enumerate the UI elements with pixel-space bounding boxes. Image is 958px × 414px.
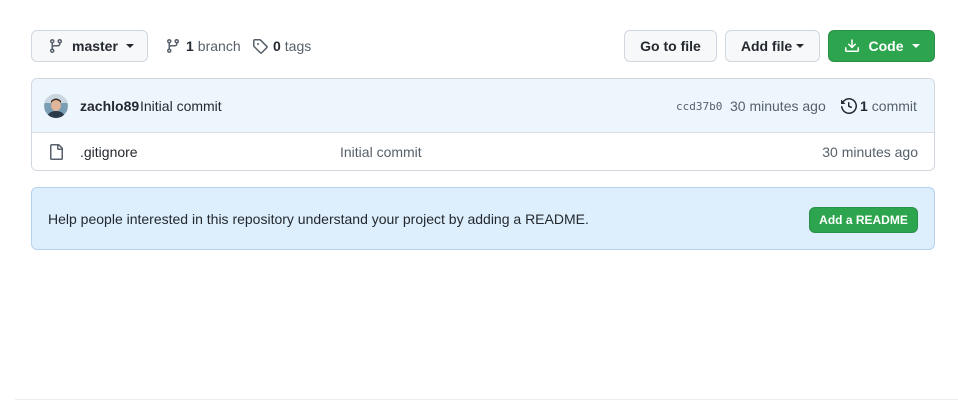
avatar[interactable] bbox=[44, 94, 68, 118]
readme-prompt: Help people interested in this repositor… bbox=[31, 187, 935, 250]
code-button[interactable]: Code bbox=[828, 30, 935, 62]
file-list: zachlo89 Initial commit ccd37b0 30 minut… bbox=[31, 78, 935, 171]
commit-count: 1 bbox=[860, 98, 868, 114]
divider bbox=[15, 399, 958, 400]
history-icon bbox=[841, 98, 857, 114]
readme-prompt-text: Help people interested in this repositor… bbox=[48, 210, 589, 227]
commit-sha[interactable]: ccd37b0 bbox=[676, 100, 722, 113]
go-to-file-label: Go to file bbox=[640, 38, 701, 54]
chevron-down-icon bbox=[796, 44, 805, 48]
tags-link[interactable]: 0 tags bbox=[252, 30, 311, 62]
commit-time: 30 minutes ago bbox=[730, 98, 826, 114]
chevron-down-icon bbox=[125, 44, 134, 48]
commit-count-label: commit bbox=[871, 98, 917, 114]
list-item: .gitignore Initial commit 30 minutes ago bbox=[32, 133, 934, 170]
tag-count-label: tags bbox=[284, 38, 312, 54]
file-commit-message[interactable]: Initial commit bbox=[340, 144, 422, 160]
branch-count-label: branch bbox=[197, 38, 241, 54]
add-readme-button[interactable]: Add a README bbox=[809, 207, 918, 233]
branch-count: 1 bbox=[186, 38, 194, 54]
add-file-label: Add file bbox=[740, 38, 793, 54]
file-icon bbox=[50, 144, 63, 160]
branch-select-button[interactable]: master bbox=[31, 30, 148, 62]
code-label: Code bbox=[868, 38, 904, 54]
go-to-file-button[interactable]: Go to file bbox=[624, 30, 717, 62]
branches-link[interactable]: 1 branch bbox=[165, 30, 241, 62]
latest-commit-row: zachlo89 Initial commit ccd37b0 30 minut… bbox=[32, 79, 934, 133]
add-file-button[interactable]: Add file bbox=[725, 30, 820, 62]
branch-name: master bbox=[72, 38, 118, 54]
git-branch-icon bbox=[166, 39, 179, 54]
commit-message[interactable]: Initial commit bbox=[140, 98, 222, 114]
git-branch-icon bbox=[49, 39, 62, 54]
commit-history-link[interactable]: 1 commit bbox=[841, 98, 917, 114]
file-commit-time: 30 minutes ago bbox=[822, 144, 918, 160]
file-name[interactable]: .gitignore bbox=[80, 144, 138, 160]
download-icon bbox=[844, 39, 859, 52]
commit-author[interactable]: zachlo89 bbox=[80, 98, 139, 114]
chevron-down-icon bbox=[911, 44, 920, 48]
tag-count: 0 bbox=[273, 38, 281, 54]
repo-toolbar: master 1 branch 0 tags Go to file Add fi… bbox=[31, 30, 935, 62]
tag-icon bbox=[253, 39, 268, 54]
